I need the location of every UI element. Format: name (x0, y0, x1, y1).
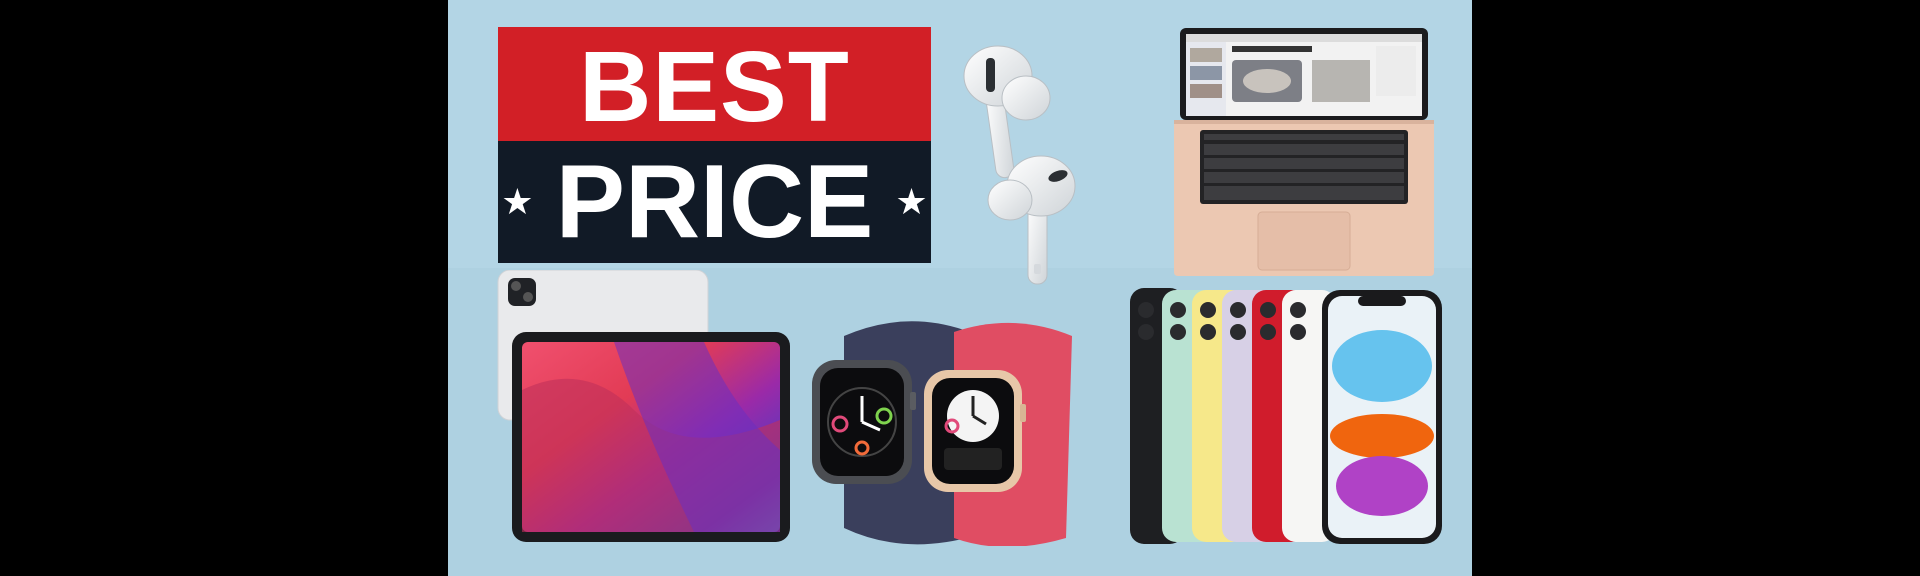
apple-watch-image (812, 321, 1072, 546)
airpods-pro-image (963, 45, 1076, 285)
star-icon: ★ (895, 181, 928, 222)
badge-text-best: BEST (579, 31, 850, 143)
promo-banner: BEST ★ PRICE ★ (448, 0, 1472, 576)
badge-bottom-panel: ★ PRICE ★ (498, 141, 931, 263)
star-icon: ★ (501, 181, 534, 222)
best-price-badge: BEST ★ PRICE ★ (498, 27, 931, 263)
ipad-pro-image (497, 270, 790, 542)
badge-top-panel: BEST (498, 27, 931, 141)
iphone-backs (1130, 288, 1336, 544)
iphone-11-lineup-image (1130, 288, 1442, 544)
macbook-air-image (1174, 28, 1434, 276)
badge-text-price: PRICE (555, 144, 874, 260)
